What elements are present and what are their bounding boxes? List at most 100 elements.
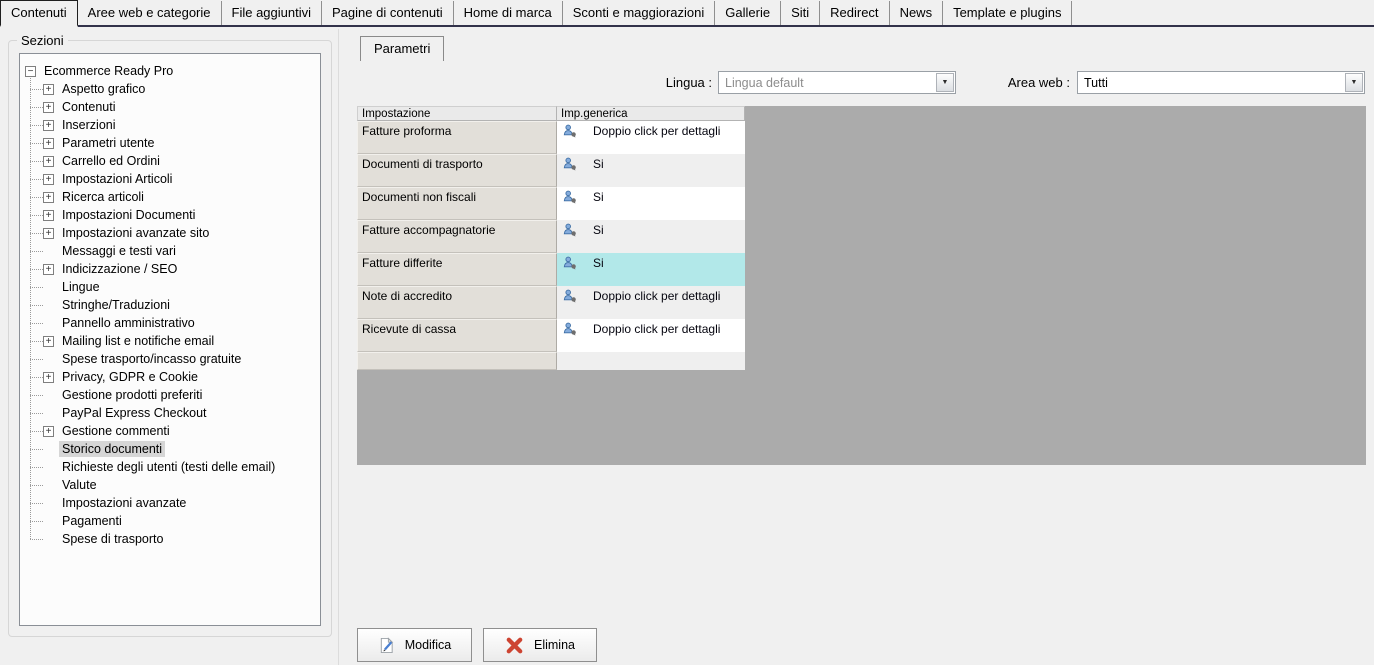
lingua-select[interactable]: Lingua default ▼	[718, 71, 956, 94]
setting-cell[interactable]: Ricevute di cassa	[357, 319, 557, 352]
tab-siti[interactable]: Siti	[781, 1, 821, 25]
elimina-label: Elimina	[534, 638, 575, 652]
delete-x-icon	[506, 637, 523, 653]
user-setting-icon	[563, 190, 576, 204]
tree-expander-icon	[43, 444, 54, 455]
tree-expander-icon[interactable]: +	[43, 155, 54, 167]
user-setting-icon	[563, 289, 576, 303]
tree-item-ricerca-articoli[interactable]: + Ricerca articoli	[20, 188, 320, 206]
tree-expander-icon[interactable]: +	[43, 191, 54, 203]
tree-item-privacy-gdpr-e-cookie[interactable]: + Privacy, GDPR e Cookie	[20, 368, 320, 386]
table-row-fatture-differite[interactable]: Fatture differite Si	[357, 253, 745, 286]
tree-item-richieste-degli-utenti-testi-delle-email[interactable]: Richieste degli utenti (testi delle emai…	[20, 458, 320, 476]
tree-item-carrello-ed-ordini[interactable]: + Carrello ed Ordini	[20, 152, 320, 170]
tree-item-parametri-utente[interactable]: + Parametri utente	[20, 134, 320, 152]
tab-home-di-marca[interactable]: Home di marca	[454, 1, 563, 25]
col-header-imp-generica[interactable]: Imp.generica	[557, 106, 745, 121]
sections-tree[interactable]: − Ecommerce Ready Pro + Aspetto grafico …	[19, 53, 321, 626]
tree-item-inserzioni[interactable]: + Inserzioni	[20, 116, 320, 134]
area-web-select[interactable]: Tutti ▼	[1077, 71, 1365, 94]
setting-cell[interactable]: Fatture proforma	[357, 121, 557, 154]
settings-table: Impostazione Imp.generica Fatture profor…	[357, 106, 745, 370]
tree-expander-icon	[43, 534, 54, 545]
tree-collapse-icon[interactable]: −	[25, 65, 36, 77]
tree-item-spese-trasporto-incasso-gratuite[interactable]: Spese trasporto/incasso gratuite	[20, 350, 320, 368]
tree-item-valute[interactable]: Valute	[20, 476, 320, 494]
tree-expander-icon	[43, 282, 54, 293]
tree-expander-icon[interactable]: +	[43, 83, 54, 95]
tree-expander-icon[interactable]: +	[43, 263, 54, 275]
setting-cell[interactable]: Documenti di trasporto	[357, 154, 557, 187]
tree-item-impostazioni-articoli[interactable]: + Impostazioni Articoli	[20, 170, 320, 188]
tab-redirect[interactable]: Redirect	[820, 1, 890, 25]
tab-file-aggiuntivi[interactable]: File aggiuntivi	[222, 1, 323, 25]
area-web-value: Tutti	[1084, 75, 1108, 90]
tree-item-impostazioni-documenti[interactable]: + Impostazioni Documenti	[20, 206, 320, 224]
value-cell[interactable]: Si	[557, 154, 745, 187]
tree-item-paypal-express-checkout[interactable]: PayPal Express Checkout	[20, 404, 320, 422]
table-row-documenti-di-trasporto[interactable]: Documenti di trasporto Si	[357, 154, 745, 187]
tab-parametri[interactable]: Parametri	[360, 36, 445, 61]
tree-expander-icon	[43, 246, 54, 257]
tab-gallerie[interactable]: Gallerie	[715, 1, 782, 25]
sections-groupbox: Sezioni − Ecommerce Ready Pro + Aspetto …	[8, 33, 332, 637]
area-web-label: Area web :	[1007, 75, 1070, 90]
tab-pagine-di-contenuti[interactable]: Pagine di contenuti	[322, 1, 454, 25]
value-cell[interactable]: Doppio click per dettagli	[557, 286, 745, 319]
tree-item-root[interactable]: − Ecommerce Ready Pro	[20, 62, 320, 80]
table-row-ricevute-di-cassa[interactable]: Ricevute di cassa Doppio click per detta…	[357, 319, 745, 352]
tree-item-gestione-commenti[interactable]: + Gestione commenti	[20, 422, 320, 440]
table-row-note-di-accredito[interactable]: Note di accredito Doppio click per detta…	[357, 286, 745, 319]
tree-expander-icon	[43, 354, 54, 365]
tree-item-impostazioni-avanzate[interactable]: Impostazioni avanzate	[20, 494, 320, 512]
tree-item-pannello-amministrativo[interactable]: Pannello amministrativo	[20, 314, 320, 332]
chevron-down-icon[interactable]: ▼	[1345, 73, 1363, 92]
chevron-down-icon[interactable]: ▼	[936, 73, 954, 92]
tree-item-spese-di-trasporto[interactable]: Spese di trasporto	[20, 530, 320, 548]
tab-news[interactable]: News	[890, 1, 944, 25]
tree-expander-icon[interactable]: +	[43, 335, 54, 347]
tree-item-contenuti[interactable]: + Contenuti	[20, 98, 320, 116]
tree-expander-icon[interactable]: +	[43, 173, 54, 185]
table-row-fatture-proforma[interactable]: Fatture proforma Doppio click per dettag…	[357, 121, 745, 154]
value-cell[interactable]: Si	[557, 220, 745, 253]
sections-group-label: Sezioni	[17, 33, 68, 48]
tab-aree-web-e-categorie[interactable]: Aree web e categorie	[78, 1, 222, 25]
setting-cell[interactable]: Fatture accompagnatorie	[357, 220, 557, 253]
tab-contenuti[interactable]: Contenuti	[0, 0, 78, 27]
tree-expander-icon[interactable]: +	[43, 119, 54, 131]
value-cell[interactable]: Si	[557, 253, 745, 286]
modifica-button[interactable]: Modifica	[357, 628, 472, 662]
tree-expander-icon[interactable]: +	[43, 371, 54, 383]
tree-item-gestione-prodotti-preferiti[interactable]: Gestione prodotti preferiti	[20, 386, 320, 404]
value-cell[interactable]: Doppio click per dettagli	[557, 319, 745, 352]
tree-item-aspetto-grafico[interactable]: + Aspetto grafico	[20, 80, 320, 98]
table-row-fatture-accompagnatorie[interactable]: Fatture accompagnatorie Si	[357, 220, 745, 253]
tree-root-label: Ecommerce Ready Pro	[44, 64, 174, 78]
tree-expander-icon	[43, 390, 54, 401]
table-row-documenti-non-fiscali[interactable]: Documenti non fiscali Si	[357, 187, 745, 220]
tree-item-lingue[interactable]: Lingue	[20, 278, 320, 296]
tree-item-storico-documenti[interactable]: Storico documenti	[20, 440, 320, 458]
tree-expander-icon[interactable]: +	[43, 425, 54, 437]
value-cell[interactable]: Si	[557, 187, 745, 220]
col-header-impostazione[interactable]: Impostazione	[357, 106, 557, 121]
tree-item-mailing-list-e-notifiche-email[interactable]: + Mailing list e notifiche email	[20, 332, 320, 350]
tab-template-e-plugins[interactable]: Template e plugins	[943, 1, 1073, 25]
setting-cell[interactable]: Note di accredito	[357, 286, 557, 319]
tree-expander-icon[interactable]: +	[43, 137, 54, 149]
tree-expander-icon[interactable]: +	[43, 101, 54, 113]
tree-expander-icon[interactable]: +	[43, 227, 54, 239]
tree-item-messaggi-e-testi-vari[interactable]: Messaggi e testi vari	[20, 242, 320, 260]
setting-cell[interactable]: Documenti non fiscali	[357, 187, 557, 220]
tree-item-stringhe-traduzioni[interactable]: Stringhe/Traduzioni	[20, 296, 320, 314]
tree-item-indicizzazione-seo[interactable]: + Indicizzazione / SEO	[20, 260, 320, 278]
tab-sconti-e-maggiorazioni[interactable]: Sconti e maggiorazioni	[563, 1, 716, 25]
tree-item-pagamenti[interactable]: Pagamenti	[20, 512, 320, 530]
value-cell[interactable]: Doppio click per dettagli	[557, 121, 745, 154]
setting-cell[interactable]: Fatture differite	[357, 253, 557, 286]
tree-item-impostazioni-avanzate-sito[interactable]: + Impostazioni avanzate sito	[20, 224, 320, 242]
tree-expander-icon	[43, 318, 54, 329]
elimina-button[interactable]: Elimina	[483, 628, 597, 662]
tree-expander-icon[interactable]: +	[43, 209, 54, 221]
